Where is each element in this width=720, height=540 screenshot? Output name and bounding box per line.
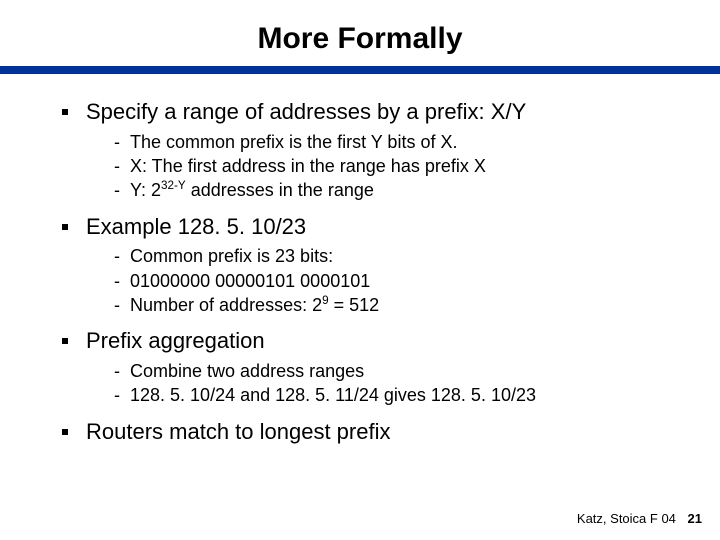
bullet-text: Prefix aggregation	[86, 327, 265, 355]
square-bullet-icon	[62, 429, 68, 435]
sub-item: -01000000 00000101 0000101	[114, 270, 672, 293]
sub-item: -Y: 232-Y addresses in the range	[114, 179, 672, 202]
slide-content: Specify a range of addresses by a prefix…	[0, 74, 720, 445]
dash-icon: -	[114, 384, 130, 407]
sub-item: -Number of addresses: 29 = 512	[114, 294, 672, 317]
bullet-text: Routers match to longest prefix	[86, 418, 390, 446]
square-bullet-icon	[62, 224, 68, 230]
bullet-item: Example 128. 5. 10/23	[62, 213, 672, 241]
square-bullet-icon	[62, 109, 68, 115]
sub-text: 128. 5. 10/24 and 128. 5. 11/24 gives 12…	[130, 384, 536, 407]
sub-text: Number of addresses: 29 = 512	[130, 294, 379, 317]
sub-text: X: The first address in the range has pr…	[130, 155, 486, 178]
sub-text: Common prefix is 23 bits:	[130, 245, 333, 268]
dash-icon: -	[114, 270, 130, 293]
footer: Katz, Stoica F 04 21	[577, 511, 702, 526]
divider-bar	[0, 66, 720, 74]
bullet-text: Specify a range of addresses by a prefix…	[86, 98, 526, 126]
bullet-item: Routers match to longest prefix	[62, 418, 672, 446]
sub-item: -Combine two address ranges	[114, 360, 672, 383]
sub-list: -Common prefix is 23 bits: -01000000 000…	[114, 245, 672, 317]
page-number: 21	[688, 511, 702, 526]
sub-item: -X: The first address in the range has p…	[114, 155, 672, 178]
bullet-text: Example 128. 5. 10/23	[86, 213, 306, 241]
dash-icon: -	[114, 179, 130, 202]
sub-list: -Combine two address ranges -128. 5. 10/…	[114, 360, 672, 408]
footer-credit: Katz, Stoica F 04	[577, 511, 676, 526]
dash-icon: -	[114, 245, 130, 268]
bullet-item: Specify a range of addresses by a prefix…	[62, 98, 672, 126]
sub-text: 01000000 00000101 0000101	[130, 270, 370, 293]
dash-icon: -	[114, 131, 130, 154]
dash-icon: -	[114, 155, 130, 178]
sub-text: Combine two address ranges	[130, 360, 364, 383]
sub-item: -Common prefix is 23 bits:	[114, 245, 672, 268]
sub-item: -The common prefix is the first Y bits o…	[114, 131, 672, 154]
sub-text: The common prefix is the first Y bits of…	[130, 131, 457, 154]
sub-item: -128. 5. 10/24 and 128. 5. 11/24 gives 1…	[114, 384, 672, 407]
dash-icon: -	[114, 294, 130, 317]
slide-title: More Formally	[0, 0, 720, 66]
sub-text: Y: 232-Y addresses in the range	[130, 179, 374, 202]
bullet-item: Prefix aggregation	[62, 327, 672, 355]
sub-list: -The common prefix is the first Y bits o…	[114, 131, 672, 203]
dash-icon: -	[114, 360, 130, 383]
square-bullet-icon	[62, 338, 68, 344]
